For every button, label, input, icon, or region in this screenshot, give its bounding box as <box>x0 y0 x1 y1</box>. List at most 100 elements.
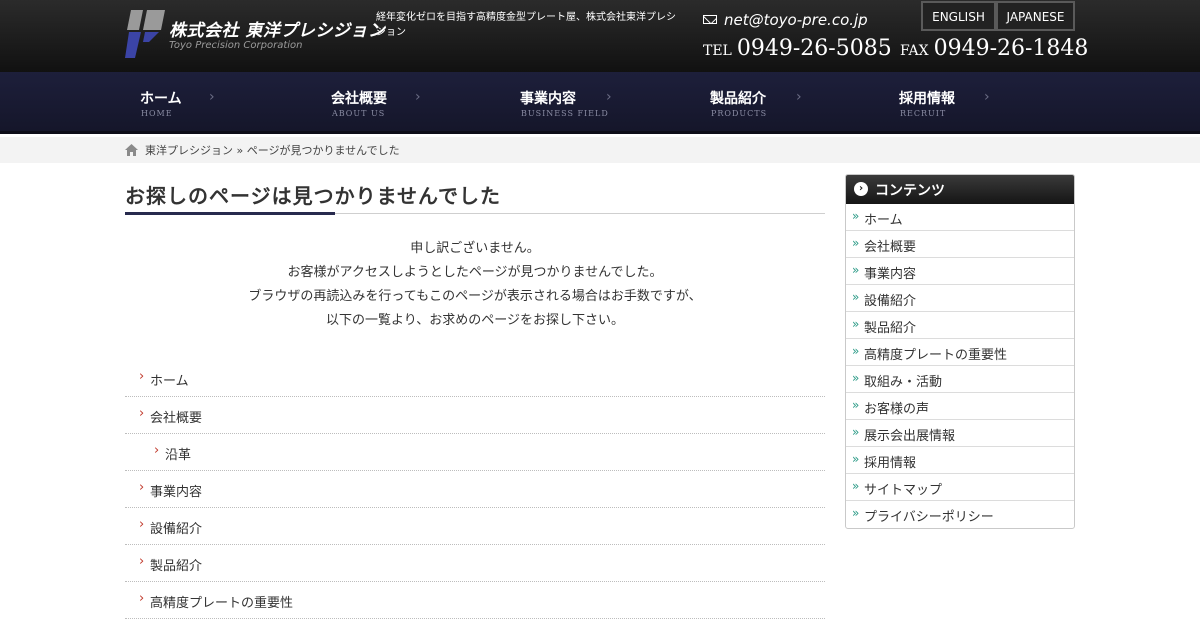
sidebar-item-label: 会社概要 <box>864 240 917 255</box>
sidebar-item[interactable]: » 取組み・活動 <box>846 366 1074 393</box>
chevron-right-icon: › <box>415 89 421 105</box>
japanese-button[interactable]: JAPANESE <box>996 1 1075 31</box>
sidebar-item[interactable]: » 製品紹介 <box>846 312 1074 339</box>
sidebar-item[interactable]: » ホーム <box>846 204 1074 231</box>
double-chevron-icon: » <box>852 236 860 250</box>
chevron-right-icon: › <box>139 369 145 384</box>
double-chevron-icon: » <box>852 344 860 358</box>
chevron-right-icon: › <box>139 517 145 532</box>
list-item-label: 高精度プレートの重要性 <box>150 596 294 611</box>
sidebar-item-label: 事業内容 <box>864 267 917 282</box>
sidebar-item-label: サイトマップ <box>864 483 943 498</box>
list-item[interactable]: › 会社概要 <box>125 397 825 434</box>
sidebar-item[interactable]: » 採用情報 <box>846 447 1074 474</box>
list-item-label: 沿革 <box>165 448 192 463</box>
fax-label: FAX <box>900 43 929 59</box>
double-chevron-icon: » <box>852 263 860 277</box>
site-header: 株式会社 東洋プレシジョン Toyo Precision Corporation… <box>0 0 1200 72</box>
sidebar-title: コンテンツ <box>875 183 945 199</box>
chevron-right-icon: › <box>139 406 145 421</box>
list-item-label: ホーム <box>150 374 189 389</box>
title-accent-bar <box>125 212 335 215</box>
global-nav: ホーム HOME › 会社概要 ABOUT US › 事業内容 BUSINESS… <box>0 72 1200 134</box>
chevron-right-icon: › <box>139 480 145 495</box>
chevron-right-icon: › <box>209 89 215 105</box>
nav-item-home[interactable]: ホーム HOME › <box>125 72 315 131</box>
list-item[interactable]: › 設備紹介 <box>125 508 825 545</box>
nav-sublabel: ABOUT US <box>332 109 386 118</box>
double-chevron-icon: » <box>852 506 860 520</box>
nav-label: ホーム <box>140 91 182 107</box>
list-item[interactable]: › 事業内容 <box>125 471 825 508</box>
message-line: 以下の一覧より、お求めのページをお探し下さい。 <box>326 313 624 328</box>
nav-label: 製品紹介 <box>710 91 766 107</box>
chevron-right-icon: › <box>139 591 145 606</box>
tel-value: 0949-26-5085 <box>736 36 892 61</box>
chevron-right-icon: › <box>984 89 990 105</box>
nav-label: 採用情報 <box>899 91 955 107</box>
list-item[interactable]: › 高精度プレートの重要性 <box>125 582 825 619</box>
sidebar-item[interactable]: » 会社概要 <box>846 231 1074 258</box>
fax-value: 0949-26-1848 <box>933 36 1089 61</box>
nav-item-products[interactable]: 製品紹介 PRODUCTS › <box>695 72 885 131</box>
double-chevron-icon: » <box>852 479 860 493</box>
double-chevron-icon: » <box>852 452 860 466</box>
message-line: お客様がアクセスしようとしたページが見つかりませんでした。 <box>287 265 663 280</box>
tel-label: TEL <box>703 43 732 59</box>
chevron-right-icon: › <box>154 443 160 458</box>
nav-label: 会社概要 <box>331 91 387 107</box>
breadcrumb-text[interactable]: 東洋プレシジョン » ページが見つかりませんでした <box>145 142 400 158</box>
chevron-right-icon: › <box>139 554 145 569</box>
chevron-right-circle-icon: › <box>854 182 868 196</box>
not-found-message: 申し訳ございません。 お客様がアクセスしようとしたページが見つかりませんでした。… <box>125 237 825 333</box>
sidebar-item-label: 設備紹介 <box>864 294 917 309</box>
list-item-label: 製品紹介 <box>150 559 203 574</box>
sidebar-item-label: 取組み・活動 <box>864 375 943 390</box>
sidebar-list: » ホーム » 会社概要 » 事業内容 » 設備紹介 » 製品紹介 » 高精度プレートの重要… <box>846 204 1074 528</box>
double-chevron-icon: » <box>852 371 860 385</box>
sidebar-item-label: ホーム <box>864 213 903 228</box>
list-item[interactable]: › ホーム <box>125 360 825 397</box>
list-item[interactable]: › 製品紹介 <box>125 545 825 582</box>
sidebar-item[interactable]: » 高精度プレートの重要性 <box>846 339 1074 366</box>
sidebar-item-label: 製品紹介 <box>864 321 917 336</box>
tagline: 経年変化ゼロを目指す高精度金型プレート屋、株式会社東洋プレシジョン <box>376 12 676 38</box>
sidebar-item[interactable]: » お客様の声 <box>846 393 1074 420</box>
sitemap-list: › ホーム › 会社概要 › 沿革 › 事業内容 › 設備紹介 › 製品紹介 › 高精度プレー… <box>125 360 825 619</box>
page-title: お探しのページは見つかりませんでした <box>125 184 501 208</box>
nav-item-recruit[interactable]: 採用情報 RECRUIT › <box>884 72 1074 131</box>
home-icon[interactable] <box>125 144 138 156</box>
list-item-label: 設備紹介 <box>150 522 203 537</box>
fax-number: FAX 0949-26-1848 <box>900 36 1088 61</box>
mail-icon <box>703 15 717 24</box>
english-button[interactable]: ENGLISH <box>921 1 996 31</box>
company-name-en: Toyo Precision Corporation <box>169 40 303 51</box>
list-item-label: 会社概要 <box>150 411 203 426</box>
nav-sublabel: RECRUIT <box>900 109 947 118</box>
list-item-label: 事業内容 <box>150 485 203 500</box>
sidebar-item[interactable]: » サイトマップ <box>846 474 1074 501</box>
company-name[interactable]: 株式会社 東洋プレシジョン <box>169 16 385 41</box>
chevron-right-icon: › <box>796 89 802 105</box>
nav-sublabel: BUSINESS FIELD <box>521 109 609 118</box>
message-line: 申し訳ございません。 <box>410 241 540 256</box>
sidebar-item[interactable]: » 設備紹介 <box>846 285 1074 312</box>
nav-item-business[interactable]: 事業内容 BUSINESS FIELD › <box>505 72 695 131</box>
sidebar-item-label: プライバシーポリシー <box>864 510 994 525</box>
sidebar-header: › コンテンツ <box>846 175 1074 204</box>
nav-sublabel: HOME <box>141 109 173 118</box>
nav-item-about[interactable]: 会社概要 ABOUT US › <box>316 72 506 131</box>
double-chevron-icon: » <box>852 209 860 223</box>
company-logo-icon[interactable] <box>125 10 165 58</box>
sidebar-item-label: 展示会出展情報 <box>864 429 956 444</box>
sidebar-item[interactable]: » プライバシーポリシー <box>846 501 1074 528</box>
email-link[interactable]: net@toyo-pre.co.jp <box>703 11 868 29</box>
sidebar-item[interactable]: » 事業内容 <box>846 258 1074 285</box>
double-chevron-icon: » <box>852 425 860 439</box>
nav-sublabel: PRODUCTS <box>711 109 768 118</box>
sidebar-contents: › コンテンツ » ホーム » 会社概要 » 事業内容 » 設備紹介 » 製品紹介 » 高精… <box>845 174 1075 529</box>
list-item[interactable]: › 沿革 <box>125 434 825 471</box>
sidebar-item[interactable]: » 展示会出展情報 <box>846 420 1074 447</box>
tel-number: TEL 0949-26-5085 <box>703 36 892 61</box>
double-chevron-icon: » <box>852 290 860 304</box>
